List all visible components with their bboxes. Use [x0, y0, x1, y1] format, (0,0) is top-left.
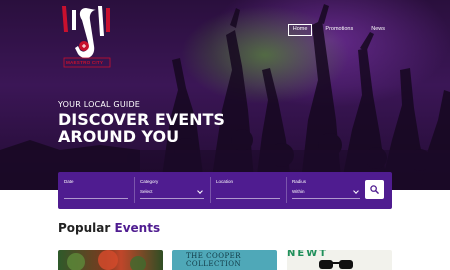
category-select[interactable]: Select [140, 189, 204, 196]
radius-field[interactable]: Radius Within [286, 172, 366, 209]
logo-wordmark: MAESTRO CITY [66, 60, 104, 65]
location-field[interactable]: Location [210, 172, 286, 209]
event-search-form: Date Category Select Location Radius Wit… [58, 172, 392, 209]
location-underline [216, 198, 280, 199]
date-underline [64, 198, 128, 199]
date-field[interactable]: Date [58, 172, 134, 209]
nav-news[interactable]: News [366, 24, 390, 36]
hero-tagline: YOUR LOCAL GUIDE [58, 100, 141, 109]
category-label: Category [140, 179, 159, 184]
category-underline [140, 198, 204, 199]
date-input[interactable] [64, 189, 128, 196]
event-card[interactable]: NEWT [287, 250, 392, 270]
event-card-image [67, 250, 146, 270]
main-nav: Home Promotions News [287, 24, 390, 36]
nav-promotions[interactable]: Promotions [320, 24, 358, 36]
popular-heading-prefix: Popular [58, 221, 111, 235]
category-field[interactable]: Category Select [134, 172, 210, 209]
radius-select[interactable]: Within [292, 189, 360, 196]
nav-home[interactable]: Home [287, 24, 313, 36]
event-card[interactable] [58, 250, 163, 270]
event-card-title: THE COOPER COLLECTION [186, 252, 242, 268]
event-card-image [319, 260, 353, 269]
search-button[interactable] [365, 180, 384, 199]
radius-underline [292, 198, 360, 199]
radius-label: Radius [292, 179, 307, 184]
popular-heading-accent: Events [114, 221, 161, 235]
hero-headline: DISCOVER EVENTS AROUND YOU [58, 110, 225, 146]
hero-banner: MAESTRO CITY Home Promotions News YOUR L… [0, 0, 450, 190]
popular-events-heading: Popular Events [58, 221, 160, 235]
search-icon [370, 185, 379, 194]
event-card[interactable]: THE COOPER COLLECTION [172, 250, 277, 270]
location-input[interactable] [216, 189, 280, 196]
date-label: Date [64, 179, 74, 184]
maestro-city-logo[interactable]: MAESTRO CITY [58, 2, 116, 74]
location-label: Location [216, 179, 234, 184]
